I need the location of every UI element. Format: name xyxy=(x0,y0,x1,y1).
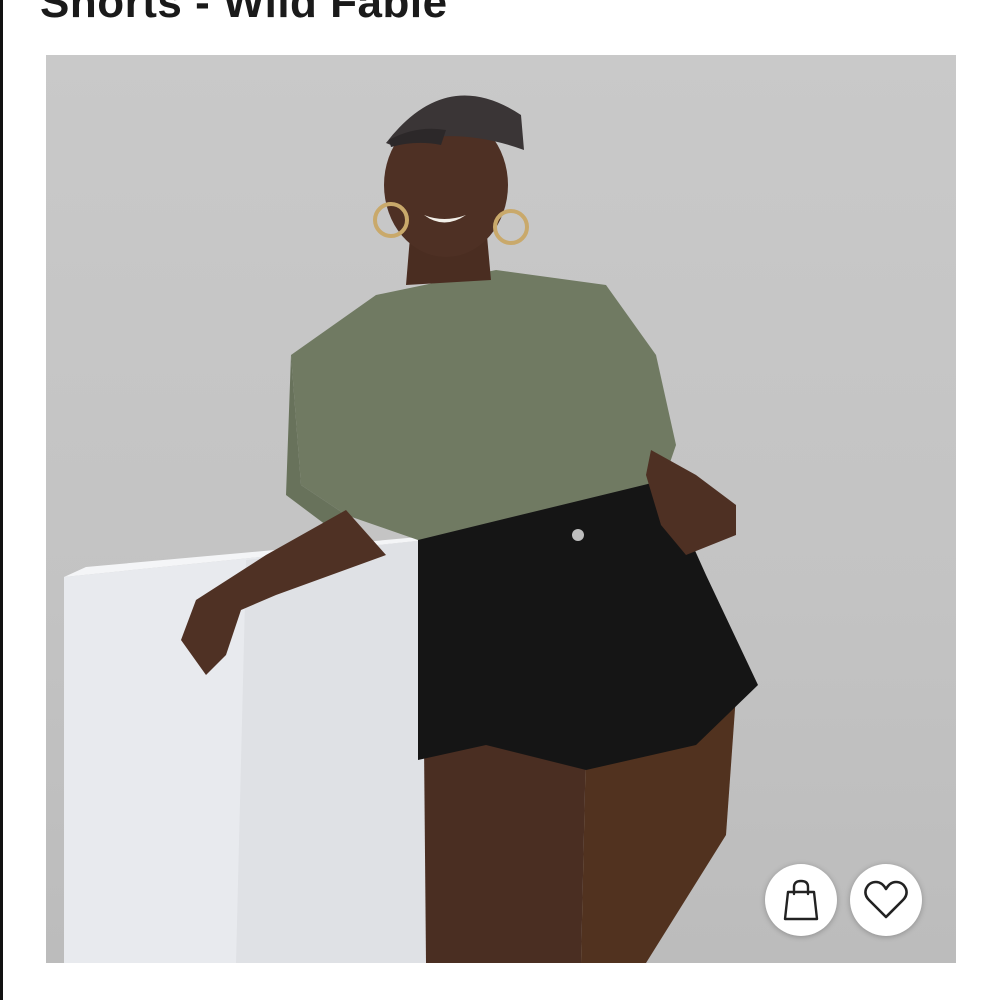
product-photo[interactable] xyxy=(46,55,956,963)
left-border xyxy=(0,0,3,1000)
legs xyxy=(424,745,586,963)
add-to-bag-button[interactable] xyxy=(765,864,837,936)
earring-right xyxy=(493,209,529,245)
shopping-bag-icon xyxy=(783,879,819,921)
listing-page: Shorts - Wild Fable xyxy=(0,0,1000,1000)
heart-icon xyxy=(864,880,908,919)
shorts-button xyxy=(572,529,584,541)
like-button[interactable] xyxy=(850,864,922,936)
listing-title: Shorts - Wild Fable xyxy=(40,0,448,27)
pedestal-side xyxy=(236,540,426,963)
product-photo-illustration xyxy=(64,95,758,963)
